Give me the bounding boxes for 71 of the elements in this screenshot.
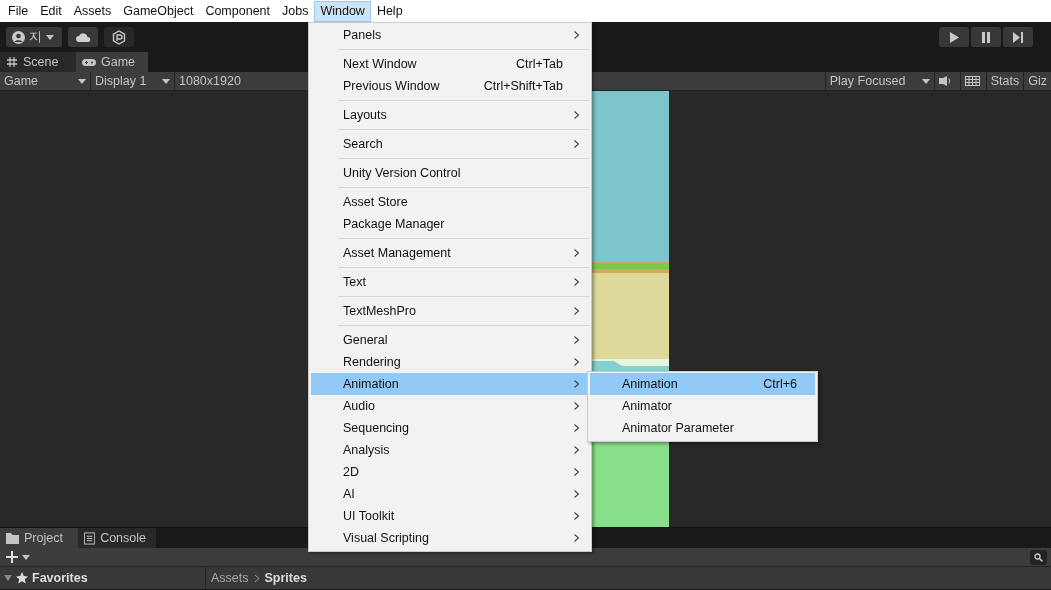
shortcut-label: Ctrl+Shift+Tab — [483, 77, 563, 95]
pause-button[interactable] — [971, 27, 1001, 47]
menu-item[interactable]: Animator Parameter — [590, 417, 815, 439]
menu-item[interactable]: Package Manager — [311, 213, 589, 235]
panel-tab[interactable]: Game — [76, 52, 148, 72]
menu-item[interactable]: TextMeshPro — [311, 300, 589, 322]
menu-item[interactable]: Visual Scripting — [311, 527, 589, 549]
menu-bar-item[interactable]: Assets — [67, 0, 118, 22]
grid-icon — [6, 56, 18, 68]
cloud-icon — [75, 32, 91, 42]
chevron-icon — [253, 573, 260, 583]
menu-item[interactable]: Next Window Ctrl+Tab — [311, 53, 589, 75]
menu-item[interactable]: General — [311, 329, 589, 351]
menu-item[interactable]: Animation — [311, 373, 589, 395]
caret-icon — [78, 78, 86, 84]
caret-icon — [22, 554, 30, 560]
menu-item[interactable]: Audio — [311, 395, 589, 417]
shortcut-label: Ctrl+6 — [763, 375, 797, 393]
folder-icon — [6, 532, 19, 544]
panel-tab[interactable]: Project — [0, 528, 78, 548]
menu-item[interactable]: 2D — [311, 461, 589, 483]
menu-item[interactable]: Animator — [590, 395, 815, 417]
shortcut-label: Ctrl+Tab — [516, 55, 563, 73]
account-button[interactable]: 지 — [6, 27, 62, 47]
menu-item[interactable]: Unity Version Control — [311, 162, 589, 184]
account-icon — [12, 30, 25, 44]
console-icon — [84, 531, 96, 545]
play-icon — [949, 31, 959, 43]
star-icon — [16, 572, 28, 584]
play-mode-dropdown[interactable]: Play Focused — [824, 72, 935, 90]
cloud-button[interactable] — [68, 27, 98, 47]
package-button[interactable] — [104, 27, 134, 47]
menu-bar-item[interactable]: Window — [314, 0, 371, 22]
caret-icon — [162, 78, 170, 84]
menu-bar-item[interactable]: Component — [199, 0, 276, 22]
menu-item[interactable]: Asset Management — [311, 242, 589, 264]
menu-item[interactable]: Layouts — [311, 104, 589, 126]
caret-icon — [46, 34, 54, 40]
step-icon — [1013, 31, 1023, 43]
menu-item[interactable]: Asset Store — [311, 191, 589, 213]
menu-item[interactable]: Rendering — [311, 351, 589, 373]
pause-icon — [981, 31, 991, 43]
breadcrumb-item[interactable]: Sprites — [264, 568, 307, 588]
account-label: 지 — [29, 28, 42, 46]
play-button[interactable] — [939, 27, 969, 47]
menu-item[interactable]: Panels — [311, 24, 589, 46]
menu-item[interactable]: UI Toolkit — [311, 505, 589, 527]
menu-item[interactable]: Previous Window Ctrl+Shift+Tab — [311, 75, 589, 97]
menu-item[interactable]: Animation Ctrl+6 — [590, 373, 815, 395]
caret-icon — [921, 78, 930, 84]
menu-bar-item[interactable]: Jobs — [276, 0, 315, 22]
menu-bar-item[interactable]: File — [2, 0, 35, 22]
breadcrumb-item[interactable]: Assets — [211, 568, 249, 588]
hexagon-icon — [112, 29, 126, 45]
menu-item[interactable]: AI — [311, 483, 589, 505]
search-icon — [1034, 552, 1043, 562]
search-button[interactable] — [1030, 549, 1047, 565]
menu-bar-item[interactable]: GameObject — [117, 0, 200, 22]
plus-icon — [6, 551, 18, 563]
menu-item[interactable]: Text — [311, 271, 589, 293]
menu-bar-item[interactable]: Edit — [34, 0, 68, 22]
menu-item[interactable]: Sequencing — [311, 417, 589, 439]
menu-bar-item[interactable]: Help — [370, 0, 409, 22]
menu-item[interactable]: Analysis — [311, 439, 589, 461]
panel-tab[interactable]: Scene — [0, 52, 76, 72]
panel-tab[interactable]: Console — [78, 528, 156, 548]
step-button[interactable] — [1003, 27, 1033, 47]
keyboard-icon — [964, 76, 980, 86]
menu-item[interactable]: Search — [311, 133, 589, 155]
gamepad-icon — [82, 57, 96, 67]
speaker-icon — [938, 76, 952, 86]
